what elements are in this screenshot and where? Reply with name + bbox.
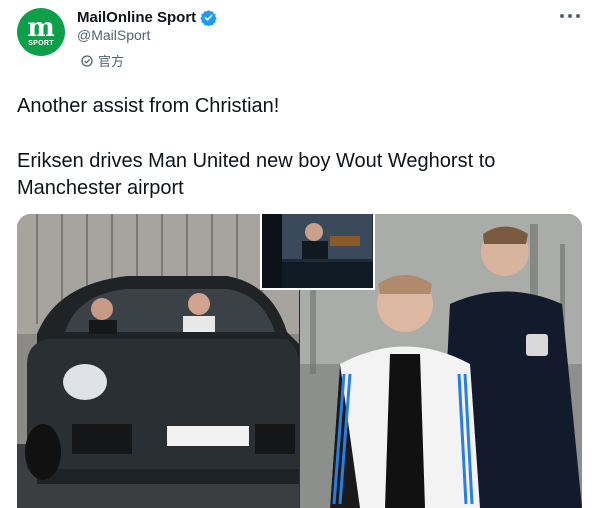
photo-inset-car-interior[interactable] [260,214,375,290]
author-display-name[interactable]: MailOnline Sport [77,9,196,26]
tweet-text-line1: Another assist from Christian! [17,95,280,117]
avatar-sub: SPORT [28,39,54,47]
tweet-media[interactable] [17,214,582,508]
official-label: 官方 [81,51,124,70]
author-name-row: MailOnline Sport [77,7,217,27]
verified-badge-icon [200,9,217,26]
avatar[interactable]: m SPORT [17,8,65,56]
tweet-text-line2: Eriksen drives Man United new boy Wout W… [17,150,496,199]
photo-car[interactable] [17,214,299,508]
more-options-icon[interactable] [560,10,580,22]
author-handle[interactable]: @MailSport [77,27,150,43]
official-text: 官方 [98,54,125,69]
tweet-card: m SPORT MailOnline Sport @MailSport 官方 A… [0,0,598,508]
avatar-mark: m [27,12,55,43]
official-badge-icon [81,54,93,67]
